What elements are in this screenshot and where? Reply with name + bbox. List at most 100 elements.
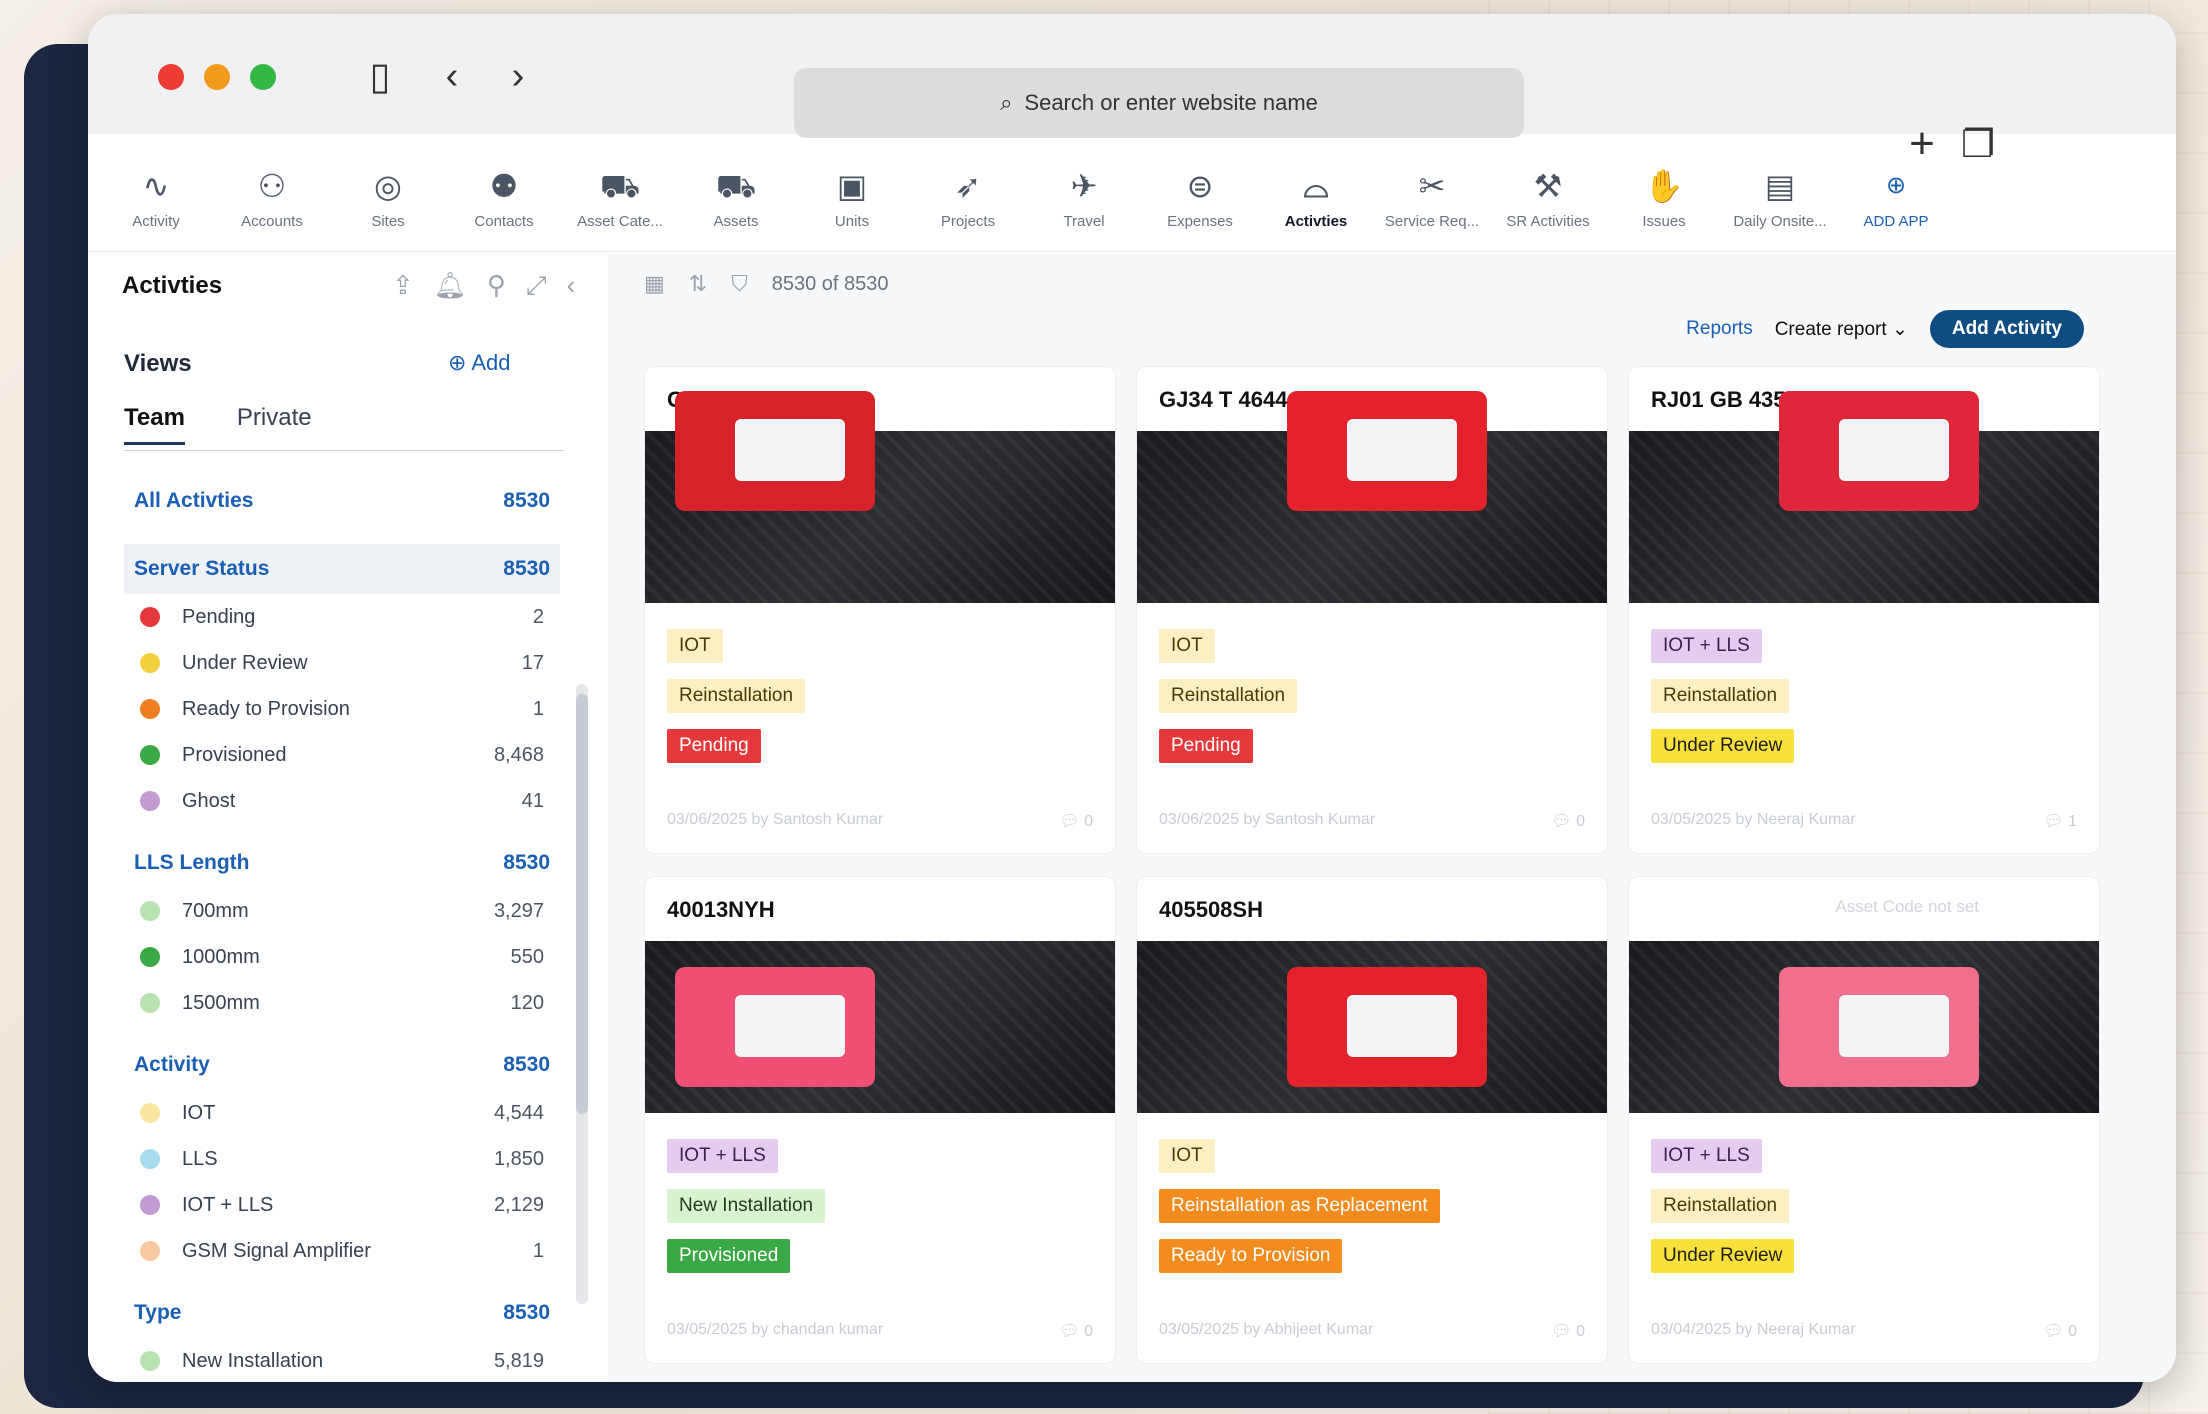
nav-item-1[interactable]: ⚇ Accounts	[214, 146, 330, 251]
grid-view-icon[interactable]: ▦	[644, 271, 665, 297]
filter-option[interactable]: Pending 2	[124, 594, 560, 640]
card-tag: Ready to Provision	[1159, 1239, 1343, 1273]
nav-item-0[interactable]: ∿ Activity	[98, 146, 214, 251]
activity-card[interactable]: Asset Code not set IOT + LLS Reinstallatio…	[1628, 876, 2100, 1364]
card-tag: Under Review	[1651, 1239, 1795, 1273]
device-photo	[1629, 941, 2099, 1113]
bell-icon[interactable]: 🔔︎	[434, 270, 467, 302]
filter-group-count: 8530	[503, 851, 550, 874]
nav-item-9[interactable]: ⊜ Expenses	[1142, 146, 1258, 251]
comment-icon: 💬︎	[1059, 1323, 1085, 1340]
filter-group-header[interactable]: Activity 8530	[124, 1040, 560, 1090]
expand-icon[interactable]: ⤢	[526, 270, 547, 302]
nav-item-label: Expenses	[1167, 213, 1233, 230]
filter-icon[interactable]: ⛉	[731, 271, 748, 297]
status-color-dot	[140, 1103, 160, 1123]
status-color-dot	[140, 791, 160, 811]
filter-option[interactable]: 1500mm 120	[124, 980, 560, 1026]
maximize-window-button[interactable]	[250, 64, 276, 90]
add-activity-button[interactable]: Add Activity	[1929, 310, 2084, 348]
share-icon[interactable]: ⇪	[392, 270, 414, 302]
nav-item-label: Projects	[940, 213, 996, 230]
nav-item-label: ADD APP	[1863, 213, 1929, 230]
filter-option-count: 1	[532, 1239, 544, 1262]
nav-item-14[interactable]: ▤ Daily Onsite...	[1722, 146, 1838, 251]
filter-option-count: 120	[510, 991, 544, 1014]
nav-item-7[interactable]: ➶ Projects	[910, 146, 1026, 251]
activity-card[interactable]: RJ01 GB 4357 IOT + LLS Reinstallation Under…	[1628, 366, 2100, 854]
filter-option[interactable]: 700mm 3,297	[124, 888, 560, 934]
sort-icon[interactable]: ⇅	[689, 271, 707, 297]
add-view-button[interactable]: ⊕ Add	[448, 350, 511, 376]
activity-card[interactable]: 40013NYH IOT + LLS New Installation Provisi…	[644, 876, 1116, 1364]
comment-count[interactable]: 💬︎ 0	[1059, 1321, 1093, 1341]
comment-icon: 💬︎	[2043, 813, 2069, 830]
close-window-button[interactable]	[158, 64, 184, 90]
record-count: 8530 of 8530	[771, 272, 889, 295]
nav-item-13[interactable]: ✋ Issues	[1606, 146, 1722, 251]
nav-item-15[interactable]: ⊕ ADD APP	[1838, 146, 1954, 251]
nav-item-11[interactable]: ✂ Service Req...	[1374, 146, 1490, 251]
filter-option[interactable]: IOT 4,544	[124, 1090, 560, 1136]
back-icon[interactable]: ‹	[428, 54, 476, 98]
collapse-sidebar-icon[interactable]: ‹	[567, 270, 576, 302]
create-report-dropdown[interactable]: Create report ⌄	[1775, 318, 1908, 341]
sidebar-toggle-icon[interactable]: ▯	[356, 54, 404, 98]
filter-option[interactable]: IOT + LLS 2,129	[124, 1182, 560, 1228]
reports-link[interactable]: Reports	[1686, 318, 1753, 340]
link-icon[interactable]: ⚲	[487, 270, 506, 302]
address-bar[interactable]: ⌕ Search or enter website name	[794, 68, 1524, 138]
all-activities-filter[interactable]: All Activties 8530	[124, 476, 560, 526]
tab-divider	[124, 450, 564, 451]
sim-card-image	[1287, 967, 1487, 1087]
sidebar-scroll-thumb[interactable]	[576, 694, 588, 1114]
comment-count[interactable]: 💬︎ 0	[2043, 1321, 2077, 1341]
shoe-icon: ⌓	[1303, 168, 1329, 204]
status-color-dot	[140, 1351, 160, 1371]
address-bar-placeholder: Search or enter website name	[1024, 90, 1318, 115]
nav-item-10[interactable]: ⌓ Activties	[1258, 146, 1374, 251]
nav-item-8[interactable]: ✈ Travel	[1026, 146, 1142, 251]
activities-main: ▦ ⇅ ⛉ 8530 of 8530 Reports Create report…	[608, 254, 2176, 1382]
chevron-down-icon: ⌄	[1891, 318, 1908, 340]
filter-option-label: Ready to Provision	[182, 697, 350, 720]
nav-item-5[interactable]: ⛟ Assets	[678, 146, 794, 251]
filter-option[interactable]: GSM Signal Amplifier 1	[124, 1228, 560, 1274]
comment-count[interactable]: 💬︎ 1	[2043, 811, 2077, 831]
activity-card[interactable]: GJ34 T 4644 IOT Reinstallation Pending 03/06…	[1136, 366, 1608, 854]
nav-item-2[interactable]: ◎ Sites	[330, 146, 446, 251]
forward-icon[interactable]: ›	[494, 54, 542, 98]
tools-icon: ✂	[1418, 168, 1446, 204]
status-color-dot	[140, 1149, 160, 1169]
filter-group-header[interactable]: Server Status 8530	[124, 544, 560, 594]
filter-option[interactable]: Ready to Provision 1	[124, 686, 560, 732]
filter-option[interactable]: LLS 1,850	[124, 1136, 560, 1182]
minimize-window-button[interactable]	[204, 64, 230, 90]
card-tag: IOT	[667, 629, 723, 663]
card-author-date: 03/06/2025 by Santosh Kumar	[1159, 811, 1376, 828]
tab-team[interactable]: Team	[124, 404, 185, 445]
activity-card[interactable]: 405508SH IOT Reinstallation as Replacement…	[1136, 876, 1608, 1364]
filter-option[interactable]: Provisioned 8,468	[124, 732, 560, 778]
status-color-dot	[140, 1241, 160, 1261]
filter-group-header[interactable]: Type 8530	[124, 1288, 560, 1338]
filter-group-count: 8530	[503, 557, 550, 580]
nav-item-4[interactable]: ⛟ Asset Cate...	[562, 146, 678, 251]
comment-count[interactable]: 💬︎ 0	[1551, 1321, 1585, 1341]
comment-count-value: 0	[1084, 1323, 1093, 1340]
comment-count[interactable]: 💬︎ 0	[1551, 811, 1585, 831]
tab-private[interactable]: Private	[237, 404, 312, 445]
nav-item-6[interactable]: ▣ Units	[794, 146, 910, 251]
filter-group-header[interactable]: LLS Length 8530	[124, 838, 560, 888]
filter-option[interactable]: Ghost 41	[124, 778, 560, 824]
comment-count[interactable]: 💬︎ 0	[1059, 811, 1093, 831]
nav-item-12[interactable]: ⚒ SR Activities	[1490, 146, 1606, 251]
activity-card[interactable]: GJ37 T 3436IOTReinstallationPending03/06…	[644, 366, 1116, 854]
sim-card-image	[1287, 391, 1487, 511]
nav-item-3[interactable]: ⚉ Contacts	[446, 146, 562, 251]
filter-option-label: 1000mm	[182, 945, 260, 968]
filter-option[interactable]: 1000mm 550	[124, 934, 560, 980]
filter-option[interactable]: Under Review 17	[124, 640, 560, 686]
filter-option[interactable]: New Installation 5,819	[124, 1338, 560, 1382]
filter-option-count: 17	[521, 651, 544, 674]
